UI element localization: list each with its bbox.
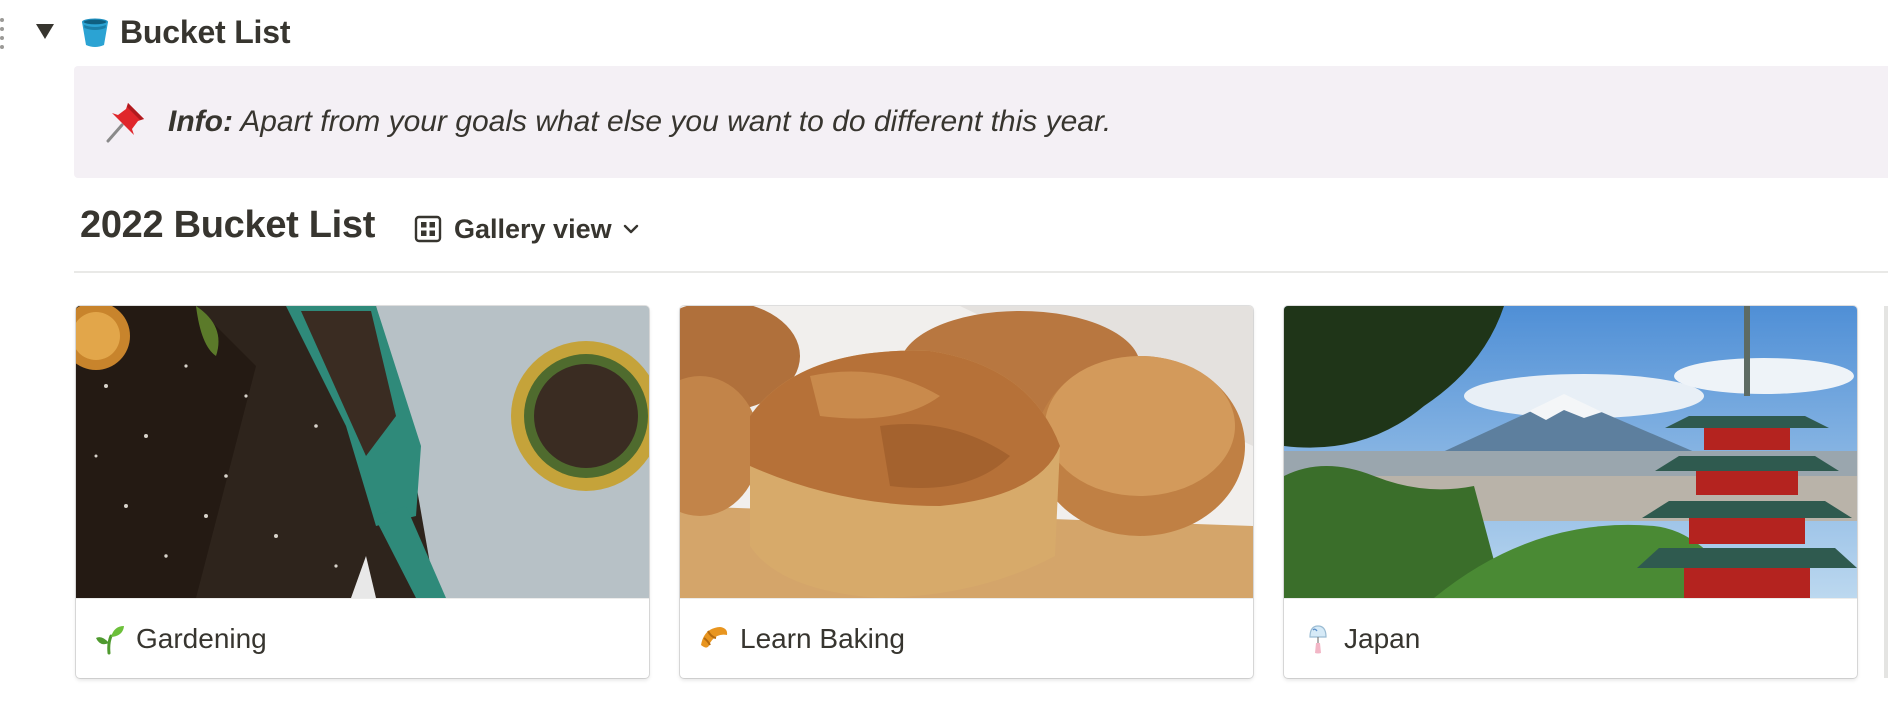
block-drag-handle[interactable] — [0, 18, 6, 49]
gallery-grid-icon — [414, 215, 442, 243]
pushpin-icon — [102, 99, 148, 145]
database-divider — [74, 271, 1888, 273]
wind-chime-icon — [1302, 623, 1334, 655]
card-cover-image — [680, 306, 1253, 598]
gallery-card-gardening[interactable]: Gardening — [76, 306, 649, 678]
callout-label: Info: — [168, 105, 233, 138]
toggle-heading[interactable]: Bucket List — [78, 12, 290, 52]
bucket-icon — [78, 15, 112, 49]
card-footer: Gardening — [76, 598, 649, 678]
database-title[interactable]: 2022 Bucket List — [80, 204, 375, 247]
card-title: Gardening — [136, 622, 267, 654]
callout-text: Info: Apart from your goals what else yo… — [168, 105, 1111, 139]
croissant-icon — [698, 623, 730, 655]
view-label: Gallery view — [454, 213, 612, 244]
card-title: Learn Baking — [740, 622, 906, 654]
card-title: Japan — [1344, 622, 1421, 654]
toggle-heading-title: Bucket List — [120, 13, 291, 50]
card-footer: Japan — [1284, 598, 1857, 678]
seedling-icon — [94, 623, 126, 655]
next-card-edge — [1884, 306, 1888, 678]
callout-body: Apart from your goals what else you want… — [232, 105, 1112, 138]
notion-page: Bucket List Info: Apart from your goals … — [0, 0, 1888, 716]
toggle-triangle-icon[interactable] — [34, 20, 56, 42]
gallery-card-learn-baking[interactable]: Learn Baking — [680, 306, 1253, 678]
card-cover-image — [76, 306, 649, 598]
gallery-card-japan[interactable]: Japan — [1284, 306, 1857, 678]
chevron-down-icon — [620, 218, 642, 240]
card-cover-image — [1284, 306, 1857, 598]
card-footer: Learn Baking — [680, 598, 1253, 678]
info-callout: Info: Apart from your goals what else yo… — [74, 66, 1888, 178]
view-switcher-button[interactable]: Gallery view — [414, 210, 642, 248]
